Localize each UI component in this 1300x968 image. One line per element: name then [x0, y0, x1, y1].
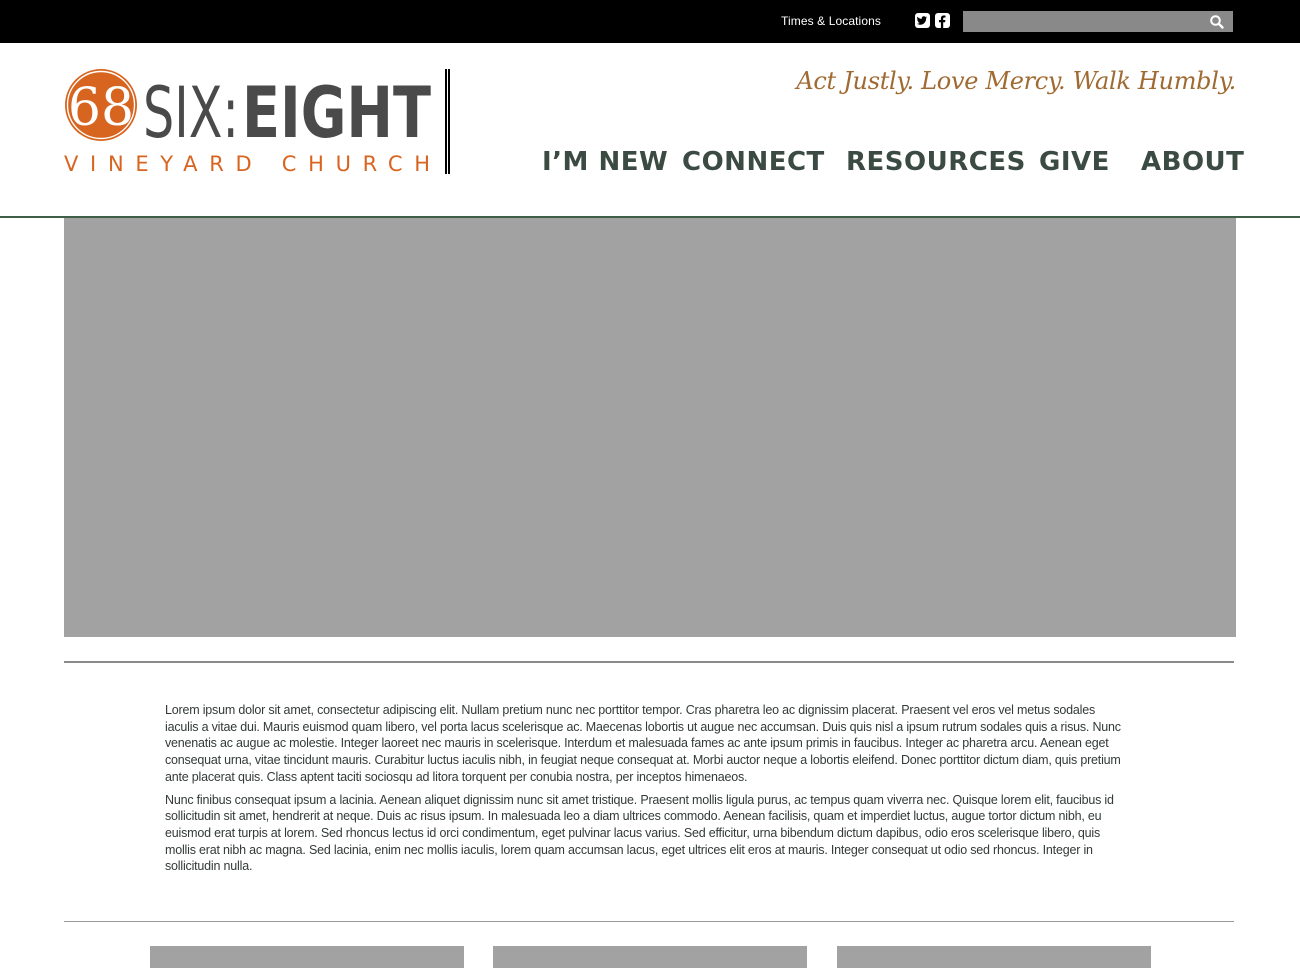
logo-wordmark-eight: EIGHT [242, 72, 431, 154]
nav-give[interactable]: GIVE [1039, 147, 1110, 177]
site-logo[interactable]: 68 SIX: EIGHT VINEYARD CHURCH [64, 67, 454, 179]
site-header: 68 SIX: EIGHT VINEYARD CHURCH Act Justly… [0, 43, 1300, 218]
top-utility-bar: Times & Locations [0, 0, 1300, 43]
hero-image-placeholder [64, 218, 1236, 637]
logo-number: 68 [68, 78, 134, 138]
divider [64, 661, 1234, 663]
feature-card-3[interactable] [837, 946, 1151, 968]
logo-wordmark-six: SIX: [143, 72, 239, 154]
facebook-icon[interactable] [935, 13, 950, 28]
feature-card-1[interactable] [150, 946, 464, 968]
nav-im-new[interactable]: I’M NEW [542, 147, 668, 177]
nav-resources[interactable]: RESOURCES [846, 147, 1026, 177]
search-input[interactable] [963, 11, 1193, 32]
feature-card-2[interactable] [493, 946, 807, 968]
intro-paragraph-1: Lorem ipsum dolor sit amet, consectetur … [165, 703, 1121, 784]
divider [64, 921, 1234, 922]
search-icon[interactable] [1209, 14, 1225, 30]
search-box [963, 11, 1233, 32]
logo-subline: VINEYARD CHURCH [64, 152, 430, 176]
nav-connect[interactable]: CONNECT [682, 147, 825, 177]
intro-text: Lorem ipsum dolor sit amet, consectetur … [165, 702, 1125, 881]
site-tagline: Act Justly. Love Mercy. Walk Humbly. [796, 67, 1236, 95]
nav-about[interactable]: ABOUT [1141, 147, 1244, 177]
twitter-icon[interactable] [915, 13, 930, 28]
times-locations-link[interactable]: Times & Locations [781, 14, 881, 28]
intro-paragraph-2: Nunc finibus consequat ipsum a lacinia. … [165, 792, 1114, 874]
